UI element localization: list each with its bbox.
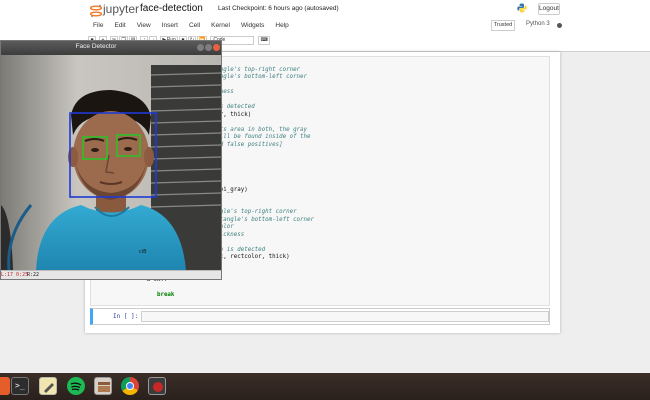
webcam-feed: ciB: [1, 55, 221, 270]
spotify-icon[interactable]: [67, 377, 85, 395]
face-detector-window[interactable]: Face Detector ciB L:17 0:25 R:22: [0, 40, 222, 280]
chrome-icon[interactable]: [121, 377, 139, 395]
close-button[interactable]: [213, 44, 220, 51]
code-line: break: [143, 291, 175, 298]
menu-file[interactable]: File: [93, 20, 103, 32]
keyboard-icon[interactable]: ⌨: [258, 36, 271, 45]
checkpoint-status: Last Checkpoint: 6 hours ago (autosaved): [218, 5, 339, 12]
svg-text:ciB: ciB: [139, 249, 147, 255]
menu-widgets[interactable]: Widgets: [241, 20, 264, 32]
menu-help[interactable]: Help: [275, 20, 288, 32]
kernel-status-icon: [557, 23, 562, 28]
window-titlebar[interactable]: Face Detector: [1, 41, 221, 55]
trusted-indicator[interactable]: Trusted: [491, 20, 515, 31]
window-statusbar: L:17 0:25 R:22: [1, 270, 221, 279]
maximize-button[interactable]: [205, 44, 212, 51]
terminal-icon[interactable]: >_: [11, 377, 29, 395]
input-prompt: In [ ]:: [113, 313, 139, 320]
notebook-name[interactable]: face-detection: [140, 3, 203, 14]
menu-insert[interactable]: Insert: [162, 20, 178, 32]
window-title: Face Detector: [75, 43, 117, 50]
jupyter-brand[interactable]: jupyter: [103, 2, 139, 16]
empty-input-cell[interactable]: In [ ]:: [90, 308, 550, 325]
text-editor-icon[interactable]: [39, 377, 57, 395]
menu-view[interactable]: View: [137, 20, 151, 32]
face-detector-app-icon[interactable]: [148, 377, 166, 395]
cell-input-area[interactable]: [141, 311, 549, 322]
menu-edit[interactable]: Edit: [114, 20, 125, 32]
status-rgb: R:22: [27, 272, 40, 278]
archive-icon[interactable]: [94, 377, 112, 395]
menu-kernel[interactable]: Kernel: [211, 20, 230, 32]
menu-cell[interactable]: Cell: [189, 20, 200, 32]
python-logo-icon: [517, 3, 527, 13]
menu-bar: File Edit View Insert Cell Kernel Widget…: [88, 20, 300, 32]
jupyter-logo-icon[interactable]: [90, 4, 102, 18]
webcam-image: ciB: [1, 55, 221, 270]
status-coords: L:17 0:25: [1, 272, 29, 278]
logout-button[interactable]: Logout: [538, 3, 560, 15]
kernel-name: Python 3: [526, 21, 550, 27]
minimize-button[interactable]: [197, 44, 204, 51]
taskbar-dock: >_: [0, 373, 650, 400]
files-icon[interactable]: [0, 377, 10, 395]
